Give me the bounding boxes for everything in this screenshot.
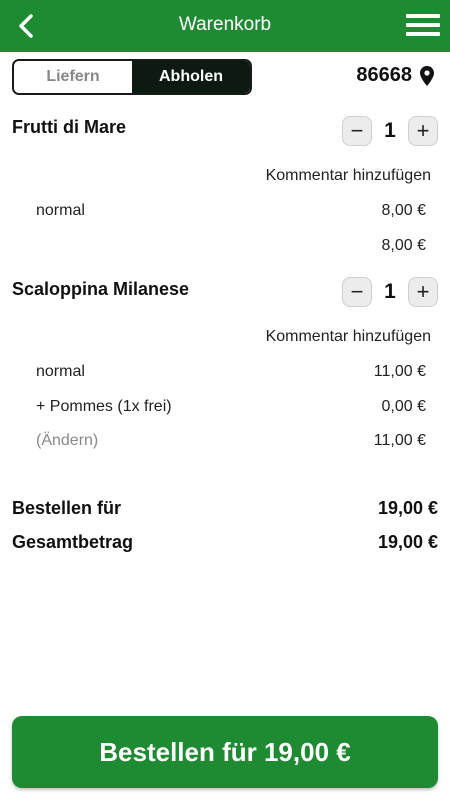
total-value: 19,00 € [377,532,438,552]
increment-button[interactable]: + [408,277,438,307]
app-header: Warenkorb [0,0,450,52]
item-size-price: 8,00 € [381,202,426,219]
decrement-button[interactable]: − [342,277,372,307]
pickup-option[interactable]: Abholen [132,61,250,93]
item-size-label: normal [36,363,85,380]
item-size-label: normal [36,202,85,219]
delivery-mode-toggle: Liefern Abholen [12,59,252,95]
quantity-stepper: − 1 + [342,116,438,146]
order-for-label: Bestellen für [12,498,122,518]
delivery-option[interactable]: Liefern [14,61,132,93]
menu-button[interactable] [406,14,440,38]
plus-icon: + [416,279,430,304]
item-total-price: 11,00 € [373,432,426,449]
zip-code: 86668 [356,64,412,86]
decrement-button[interactable]: − [342,116,372,146]
total-label: Gesamtbetrag [12,532,134,552]
item-extra-label: + Pommes (1x frei) [36,398,172,415]
quantity-stepper: − 1 + [342,277,438,307]
add-comment-link[interactable]: Kommentar hinzufügen [266,328,431,346]
quantity-value: 1 [384,119,396,142]
item-extra-price: 0,00 € [381,398,426,415]
minus-icon: − [350,118,364,143]
order-for-value: 19,00 € [377,498,438,518]
increment-button[interactable]: + [408,116,438,146]
place-order-button[interactable]: Bestellen für 19,00 € [12,716,438,788]
quantity-value: 1 [384,280,396,303]
hamburger-menu-icon [406,14,440,18]
item-total-price: 8,00 € [381,237,426,254]
change-extras-link[interactable]: (Ändern) [36,432,98,450]
add-comment-link[interactable]: Kommentar hinzufügen [266,167,431,185]
plus-icon: + [416,118,430,143]
item-size-price: 11,00 € [373,363,426,380]
cart-item-name: Frutti di Mare [12,117,127,137]
map-pin-icon [420,65,434,86]
minus-icon: − [350,279,364,304]
page-title: Warenkorb [178,14,272,35]
location-selector[interactable]: 86668 [356,64,434,87]
cart-item-name: Scaloppina Milanese [12,279,190,299]
